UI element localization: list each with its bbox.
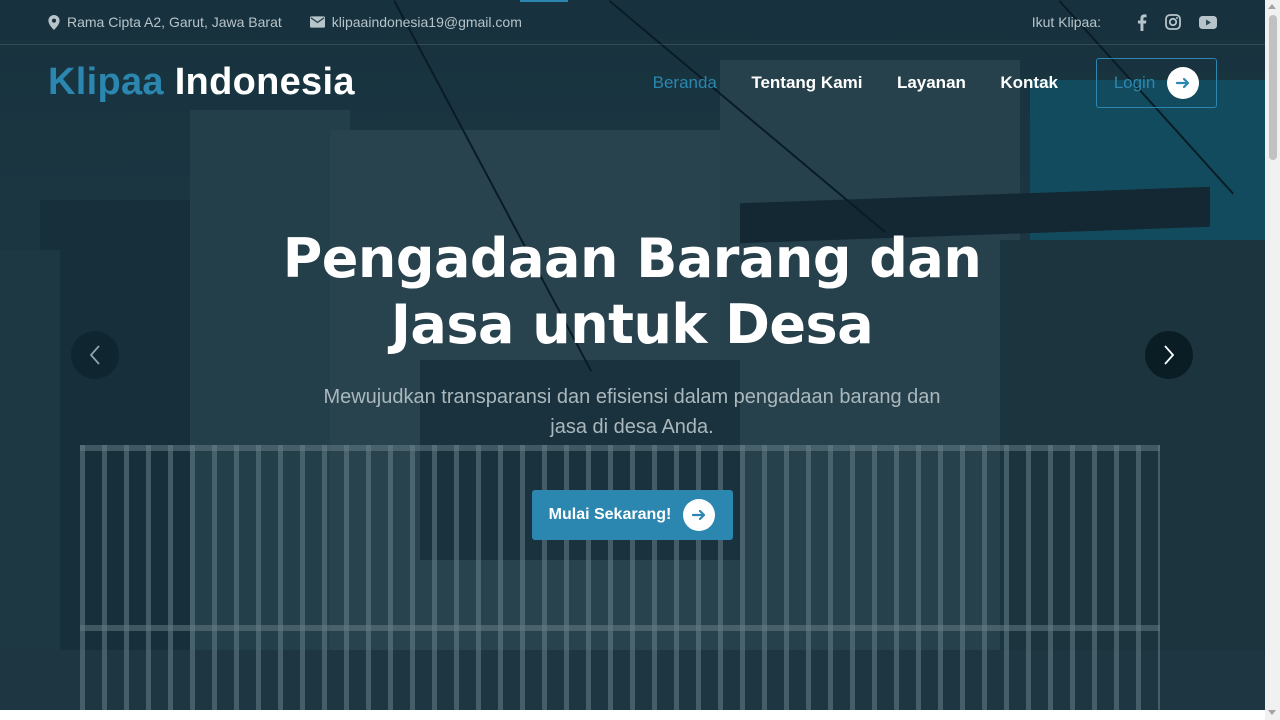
nav-item-tentang-kami[interactable]: Tentang Kami xyxy=(751,73,862,92)
brand-logo[interactable]: Klipaa Indonesia xyxy=(48,61,355,104)
cta-label: Mulai Sekarang! xyxy=(548,506,672,523)
cta-arrow-circle xyxy=(683,499,716,531)
brand-part2: Indonesia xyxy=(174,61,355,103)
hero-title: Pengadaan Barang dan Jasa untuk Desa xyxy=(282,226,982,358)
chevron-right-icon xyxy=(1164,345,1175,365)
nav-menu: Beranda Tentang Kami Layanan Kontak xyxy=(623,73,1058,93)
hero-subtitle: Mewujudkan transparansi dan efisiensi da… xyxy=(323,386,941,438)
facebook-link[interactable] xyxy=(1137,13,1147,31)
login-button[interactable]: Login xyxy=(1096,57,1217,108)
scroll-down-arrow[interactable] xyxy=(1268,710,1276,715)
nav-item-layanan[interactable]: Layanan xyxy=(897,73,966,92)
youtube-icon xyxy=(1199,15,1217,29)
email-text[interactable]: klipaaindonesia19@gmail.com xyxy=(332,14,522,30)
page-scrollbar[interactable] xyxy=(1265,0,1280,720)
map-pin-icon xyxy=(48,14,60,30)
instagram-link[interactable] xyxy=(1165,14,1181,30)
topbar: Rama Cipta A2, Garut, Jawa Barat klipaai… xyxy=(0,0,1265,45)
cta-start-button[interactable]: Mulai Sekarang! xyxy=(531,490,733,540)
topbar-email[interactable]: klipaaindonesia19@gmail.com xyxy=(309,14,522,30)
facebook-icon xyxy=(1137,13,1147,31)
arrow-right-icon xyxy=(1176,77,1190,88)
login-arrow-circle xyxy=(1167,66,1200,99)
envelope-icon xyxy=(309,16,325,28)
hero-section: Rama Cipta A2, Garut, Jawa Barat klipaai… xyxy=(0,0,1265,710)
nav-item-kontak[interactable]: Kontak xyxy=(1000,73,1058,92)
nav-item-beranda[interactable]: Beranda xyxy=(653,73,717,92)
brand-part1: Klipaa xyxy=(48,61,164,103)
carousel-prev-button[interactable] xyxy=(71,331,119,379)
topbar-address: Rama Cipta A2, Garut, Jawa Barat xyxy=(48,14,282,30)
login-label: Login xyxy=(1113,72,1156,92)
hero-content: Pengadaan Barang dan Jasa untuk Desa Mew… xyxy=(282,226,982,540)
address-text: Rama Cipta A2, Garut, Jawa Barat xyxy=(67,14,282,30)
hero-title-line2: Jasa untuk Desa xyxy=(390,293,874,356)
youtube-link[interactable] xyxy=(1199,15,1217,29)
carousel-next-button[interactable] xyxy=(1145,331,1193,379)
main-navbar: Klipaa Indonesia Beranda Tentang Kami La… xyxy=(0,45,1265,120)
instagram-icon xyxy=(1165,14,1181,30)
follow-label: Ikut Klipaa: xyxy=(1031,14,1101,30)
scroll-thumb[interactable] xyxy=(1269,15,1277,160)
hero-title-line1: Pengadaan Barang dan xyxy=(282,227,982,290)
arrow-right-icon xyxy=(692,509,706,521)
page-bottom-strip xyxy=(0,710,1265,720)
scroll-up-arrow[interactable] xyxy=(1268,4,1276,9)
chevron-left-icon xyxy=(89,345,100,365)
